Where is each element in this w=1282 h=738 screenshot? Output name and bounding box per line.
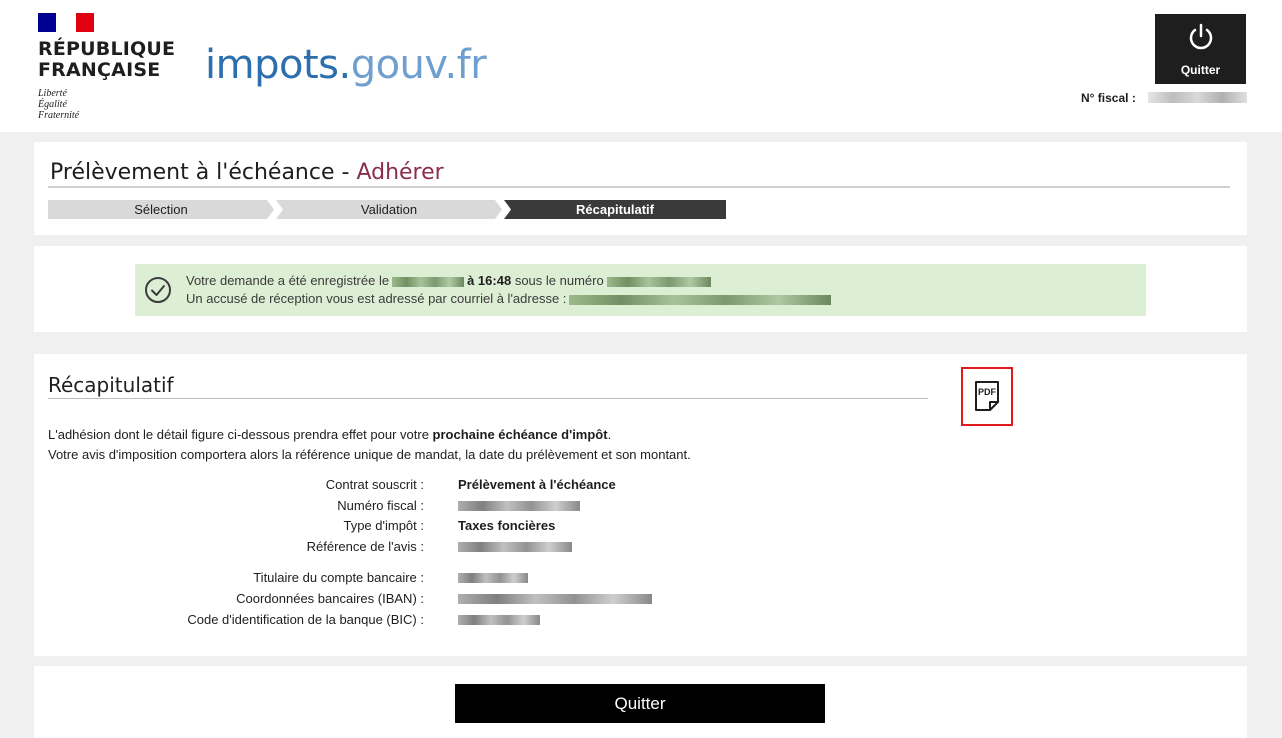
republique-francaise-logo[interactable]: RÉPUBLIQUE FRANÇAISE [38, 39, 175, 81]
pdf-icon: PDF [975, 381, 999, 411]
redacted-value [458, 594, 652, 604]
recap-divider [48, 398, 928, 399]
footer-card: Quitter [34, 666, 1247, 738]
redacted-date [392, 276, 465, 287]
step-validation: Validation [276, 200, 502, 219]
field-row-type-impot: Type d'impôt : Taxes foncières [343, 518, 556, 533]
pdf-download-button[interactable]: PDF [961, 367, 1013, 426]
site-brand-logo[interactable]: impots.gouv.fr [205, 40, 487, 90]
confirmation-line-1: Votre demande a été enregistrée le à 16:4… [186, 273, 714, 289]
step-recapitulatif: Récapitulatif [504, 200, 726, 219]
progress-steps: Sélection Validation Récapitulatif [48, 200, 728, 219]
redacted-value [458, 542, 572, 552]
check-circle-icon [145, 277, 171, 303]
confirmation-line-2: Un accusé de réception vous est adressé … [186, 291, 834, 307]
redacted-value [458, 615, 540, 625]
recap-title: Récapitulatif [48, 373, 174, 397]
redacted-email [569, 294, 832, 305]
site-header: RÉPUBLIQUE FRANÇAISE Liberté Égalité Fra… [0, 0, 1282, 132]
title-divider [48, 186, 1230, 188]
header-quit-button[interactable]: Quitter [1155, 14, 1246, 84]
field-row-titulaire: Titulaire du compte bancaire : [34, 569, 934, 587]
recap-intro-2: Votre avis d'imposition comportera alors… [48, 447, 691, 462]
republic-motto: Liberté Égalité Fraternité [38, 88, 80, 121]
recap-card: Récapitulatif PDF L'adhésion dont le dét… [34, 354, 1247, 656]
header-quit-label: Quitter [1180, 63, 1221, 77]
redacted-value [458, 501, 580, 511]
field-row-iban: Coordonnées bancaires (IBAN) : [34, 590, 934, 608]
confirmation-card: Votre demande a été enregistrée le à 16:4… [34, 246, 1247, 332]
flag-icon [38, 13, 94, 32]
power-icon [1189, 23, 1213, 50]
quit-button[interactable]: Quitter [455, 684, 825, 723]
fiscal-number-label: N° fiscal : [1081, 91, 1136, 105]
fiscal-number-value-redacted [1148, 92, 1247, 103]
field-row-bic: Code d'identification de la banque (BIC)… [34, 611, 934, 629]
field-row-contrat: Contrat souscrit : Prélèvement à l'échéa… [325, 477, 616, 492]
redacted-value [458, 573, 528, 583]
field-row-reference-avis: Référence de l'avis : [34, 538, 934, 556]
success-banner: Votre demande a été enregistrée le à 16:4… [135, 264, 1146, 316]
step-selection: Sélection [48, 200, 274, 219]
svg-text:PDF: PDF [978, 387, 997, 397]
field-row-numero-fiscal: Numéro fiscal : [34, 497, 934, 515]
redacted-request-number [606, 276, 711, 287]
recap-intro-1: L'adhésion dont le détail figure ci-dess… [48, 427, 612, 442]
procedure-header-card: Prélèvement à l'échéance - Adhérer Sélec… [34, 142, 1247, 235]
page-title: Prélèvement à l'échéance - Adhérer [50, 160, 444, 185]
